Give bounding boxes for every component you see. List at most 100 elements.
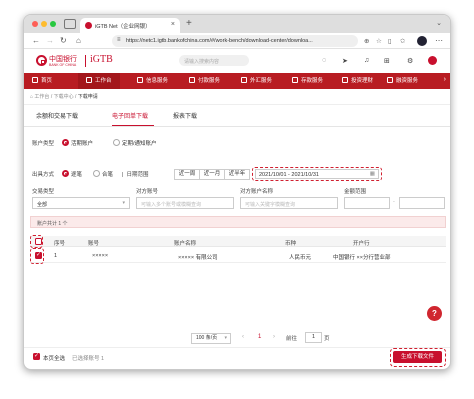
account-summary-bar: 账户共计 1 个 (30, 216, 446, 228)
chat-icon[interactable]: ◌ (322, 57, 326, 64)
help-question-button[interactable]: ? (427, 306, 442, 321)
col-header-account: 账号 (88, 240, 100, 247)
deposit-menu-icon (292, 77, 298, 83)
bank-name-en: BANK OF CHINA (49, 63, 77, 67)
menu-workbench[interactable]: 工作台 (78, 73, 120, 89)
counter-name-label: 对方账户名称 (240, 189, 274, 195)
calendar-icon[interactable]: ▦ (370, 171, 375, 177)
prev-page-icon[interactable]: ‹ (242, 334, 244, 340)
profile-avatar[interactable] (417, 36, 427, 46)
radio-per-item[interactable] (62, 170, 69, 177)
option-term-account[interactable]: 定期/通知账户 (122, 139, 157, 147)
export-method-label: 出具方式 (32, 172, 55, 178)
lock-icon: ≡ (117, 37, 121, 43)
split-view-icon[interactable]: ▯ (388, 37, 392, 45)
select-all-checkbox[interactable]: ✓ (33, 353, 40, 360)
table-header: 序号 账号 账户名称 币种 开户行 (30, 236, 446, 247)
search-placeholder: 请输入搜索内容 (184, 58, 220, 65)
close-tab-icon[interactable]: × (171, 21, 175, 28)
cell-no: 1 (54, 252, 58, 259)
table-row[interactable]: ✓ 1 ××××× ××××× 有限公司 人民币元 中国银行 ××分行营业部 (30, 249, 446, 263)
txn-type-label: 交易类型 (32, 189, 55, 195)
minimize-window-button[interactable] (41, 21, 47, 27)
generate-download-file-button[interactable]: 生成下载文件 (393, 351, 442, 363)
more-menu-icon[interactable]: ⋯ (435, 36, 443, 45)
back-icon[interactable]: ← (32, 36, 40, 45)
igtb-logo: iGTB (90, 54, 113, 65)
txn-type-select[interactable]: 全部 ▾ (32, 197, 130, 209)
bank-header: 中国银行 BANK OF CHINA iGTB 请输入搜索内容 ◌ ➤ ♫ ⊞ … (24, 49, 450, 73)
amount-min-input[interactable] (344, 197, 390, 209)
date-range-label: | 日期范围 (122, 172, 149, 178)
shortcut-last-month[interactable]: 近一月 (199, 169, 225, 180)
divider (24, 126, 450, 127)
col-header-no: 序号 (54, 240, 66, 247)
forward-icon[interactable]: → (46, 36, 54, 45)
cell-account: ××××× (92, 252, 109, 259)
tab-report-download[interactable]: 报表下载 (173, 111, 197, 120)
notification-bell-icon[interactable]: ♫ (364, 57, 369, 64)
menu-info-service[interactable]: 信息服务 (137, 73, 168, 89)
select-all-label[interactable]: 本页全选 (43, 354, 65, 362)
current-page[interactable]: 1 (258, 334, 261, 340)
amount-max-input[interactable] (399, 197, 445, 209)
favorites-icon[interactable]: ✩ (400, 37, 405, 45)
menu-financing[interactable]: 融资服务 (387, 73, 418, 89)
address-bar[interactable]: ≡ https://netc1.igtb.bankofchina.com/#/w… (112, 35, 358, 47)
new-tab-icon[interactable]: + (186, 18, 192, 29)
tab-balance-download[interactable]: 余额和交易下载 (36, 111, 78, 120)
radio-term-account[interactable] (113, 139, 120, 146)
menu-deposit-service[interactable]: 存款服务 (292, 73, 323, 89)
logo-divider (85, 55, 86, 67)
main-menu-bar: 首页 工作台 信息服务 付款服务 外汇服务 存款服务 投资理财 融资服务 › (24, 73, 450, 89)
chevron-down-icon: ▾ (122, 200, 125, 206)
sidebar-toggle-icon[interactable] (64, 19, 76, 29)
date-range-input[interactable]: 2021/10/01 - 2021/10/31 ▦ (255, 169, 379, 179)
menu-home[interactable]: 首页 (32, 73, 52, 89)
bookmark-star-icon[interactable]: ☆ (376, 37, 382, 45)
user-avatar[interactable] (428, 56, 437, 65)
boc-logo-icon (36, 55, 47, 66)
home-menu-icon (32, 77, 38, 83)
home-icon[interactable]: ⌂ (76, 36, 81, 45)
close-window-button[interactable] (32, 21, 38, 27)
option-per-item[interactable]: 逐笔 (71, 170, 82, 178)
menu-next-arrow-icon[interactable]: › (444, 76, 446, 83)
option-combined[interactable]: 合笔 (102, 170, 113, 178)
tab-list-chevron-icon[interactable]: ⌄ (436, 19, 442, 27)
zoom-icon[interactable]: ⊕ (364, 37, 369, 45)
next-page-icon[interactable]: › (273, 334, 275, 340)
grid-apps-icon[interactable]: ⊞ (384, 57, 390, 65)
col-header-name: 账户名称 (174, 240, 197, 247)
menu-fx-service[interactable]: 外汇服务 (241, 73, 272, 89)
chevron-down-icon: ▾ (224, 335, 227, 341)
counter-name-input[interactable]: 可输入关键字模糊查询 (240, 197, 338, 209)
maximize-window-button[interactable] (50, 21, 56, 27)
shortcut-half-year[interactable]: 近半年 (224, 169, 250, 180)
send-icon[interactable]: ➤ (342, 57, 348, 65)
address-row: ← → ↻ ⌂ ≡ https://netc1.igtb.bankofchina… (24, 33, 450, 49)
page-size-select[interactable]: 100 条/页 ▾ (191, 333, 231, 344)
cell-account-name: ××××× 有限公司 (178, 254, 218, 261)
amount-range-separator: - (393, 199, 395, 205)
radio-current-account[interactable] (62, 139, 69, 146)
payment-menu-icon (189, 77, 195, 83)
reload-icon[interactable]: ↻ (60, 36, 67, 45)
option-current-account[interactable]: 活期账户 (71, 139, 93, 147)
selected-count-text: 已选择账号 1 (72, 356, 105, 362)
boc-favicon-icon (85, 22, 92, 29)
radio-combined[interactable] (93, 170, 100, 177)
goto-label: 前往 (286, 336, 298, 342)
counter-account-label: 对方账号 (136, 189, 159, 195)
browser-window: iGTB Net（企业网银） × + ⌄ ← → ↻ ⌂ ≡ https://n… (23, 14, 451, 370)
menu-investment[interactable]: 投资理财 (342, 73, 373, 89)
divider (24, 104, 450, 105)
settings-gear-icon[interactable]: ⚙ (407, 57, 413, 65)
counter-account-input[interactable]: 可输入多个账号或模糊查询 (136, 197, 234, 209)
menu-payment-service[interactable]: 付款服务 (189, 73, 220, 89)
header-search-input[interactable]: 请输入搜索内容 (179, 55, 249, 66)
browser-tab[interactable]: iGTB Net（企业网银） × (80, 18, 180, 33)
shortcut-last-week[interactable]: 近一周 (174, 169, 200, 180)
goto-page-input[interactable]: 1 (305, 332, 322, 343)
tab-receipt-download[interactable]: 电子回单下载 (112, 111, 148, 120)
